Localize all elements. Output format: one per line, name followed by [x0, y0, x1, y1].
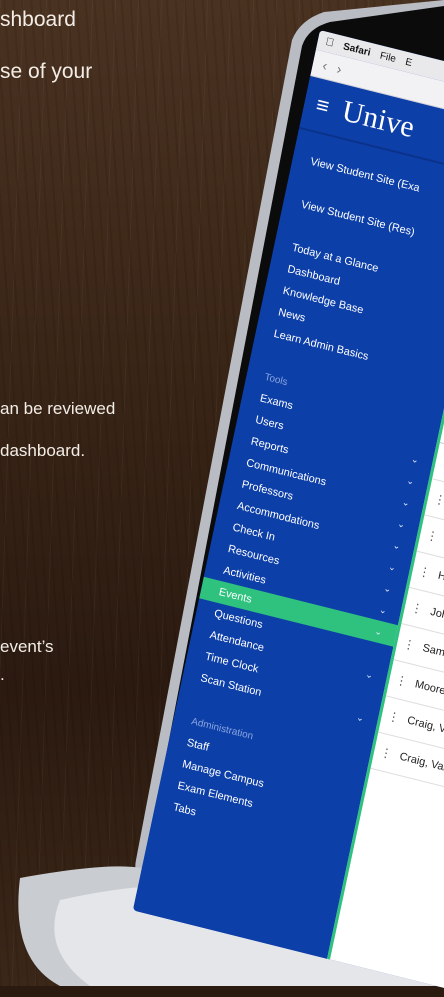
chevron-down-icon[interactable]: ⌄ [378, 604, 387, 617]
menu-edit[interactable]: E [404, 56, 413, 68]
overlay-line-5: event’s [0, 637, 54, 656]
row-name: He [436, 569, 444, 585]
chevron-down-icon[interactable]: ⌄ [383, 582, 392, 595]
drag-handle-icon[interactable]: ⋮ [440, 455, 444, 471]
chevron-down-icon[interactable]: ⌄ [396, 518, 406, 531]
row-name: Moore, [413, 678, 444, 699]
drag-handle-icon[interactable]: ⋮ [410, 600, 423, 616]
overlay-line-3: an be reviewed [0, 399, 116, 418]
sidebar-item-label: Staff [185, 736, 210, 754]
menu-file[interactable]: File [379, 50, 397, 65]
laptop-screen-area:  Safari File E ‹ › ≡ Unive View Student… [132, 0, 444, 997]
chevron-down-icon[interactable]: ⌄ [401, 496, 410, 509]
sidebar-item-label: Events [217, 586, 253, 606]
row-name: Samu [421, 641, 444, 661]
drag-handle-icon[interactable]: ⋮ [433, 491, 444, 507]
menu-safari[interactable]: Safari [342, 41, 371, 58]
sidebar-item-label: Users [254, 413, 285, 433]
chevron-down-icon[interactable]: ⌄ [406, 475, 415, 488]
chevron-down-icon[interactable]: ⌄ [364, 668, 374, 681]
chevron-down-icon[interactable]: ⌄ [355, 711, 365, 724]
drag-handle-icon[interactable]: ⋮ [417, 564, 430, 580]
row-name: Joha [429, 605, 444, 624]
drag-handle-icon[interactable]: ⋮ [425, 528, 438, 544]
drag-handle-icon[interactable]: ⋮ [387, 709, 400, 725]
back-icon[interactable]: ‹ [321, 57, 329, 74]
row-name: Craig, Va [406, 714, 444, 738]
sidebar-item-label: Exams [258, 392, 295, 413]
drag-handle-icon[interactable]: ⋮ [379, 745, 392, 761]
chevron-down-icon[interactable]: ⌄ [410, 453, 419, 466]
chevron-down-icon[interactable]: ⌄ [387, 561, 397, 574]
sidebar-item-label: Tabs [171, 801, 198, 819]
forward-icon[interactable]: › [335, 60, 343, 77]
hamburger-menu-icon[interactable]: ≡ [314, 92, 332, 121]
site-brand: Unive [339, 94, 418, 145]
chevron-down-icon[interactable]: ⌄ [374, 625, 383, 638]
overlay-line-6: . [0, 665, 5, 684]
apple-icon[interactable]:  [324, 36, 335, 50]
overlay-line-1: shboard [0, 8, 76, 31]
sidebar-item-label: News [277, 306, 307, 325]
drag-handle-icon[interactable]: ⋮ [394, 672, 407, 688]
overlay-line-2: se of your [0, 60, 93, 83]
overlay-line-4: dashboard. [0, 441, 86, 460]
browser-screen:  Safari File E ‹ › ≡ Unive View Student… [132, 30, 444, 997]
chevron-down-icon[interactable]: ⌄ [392, 539, 401, 552]
drag-handle-icon[interactable]: ⋮ [402, 636, 415, 652]
row-name: Craig, Vale [398, 750, 444, 776]
